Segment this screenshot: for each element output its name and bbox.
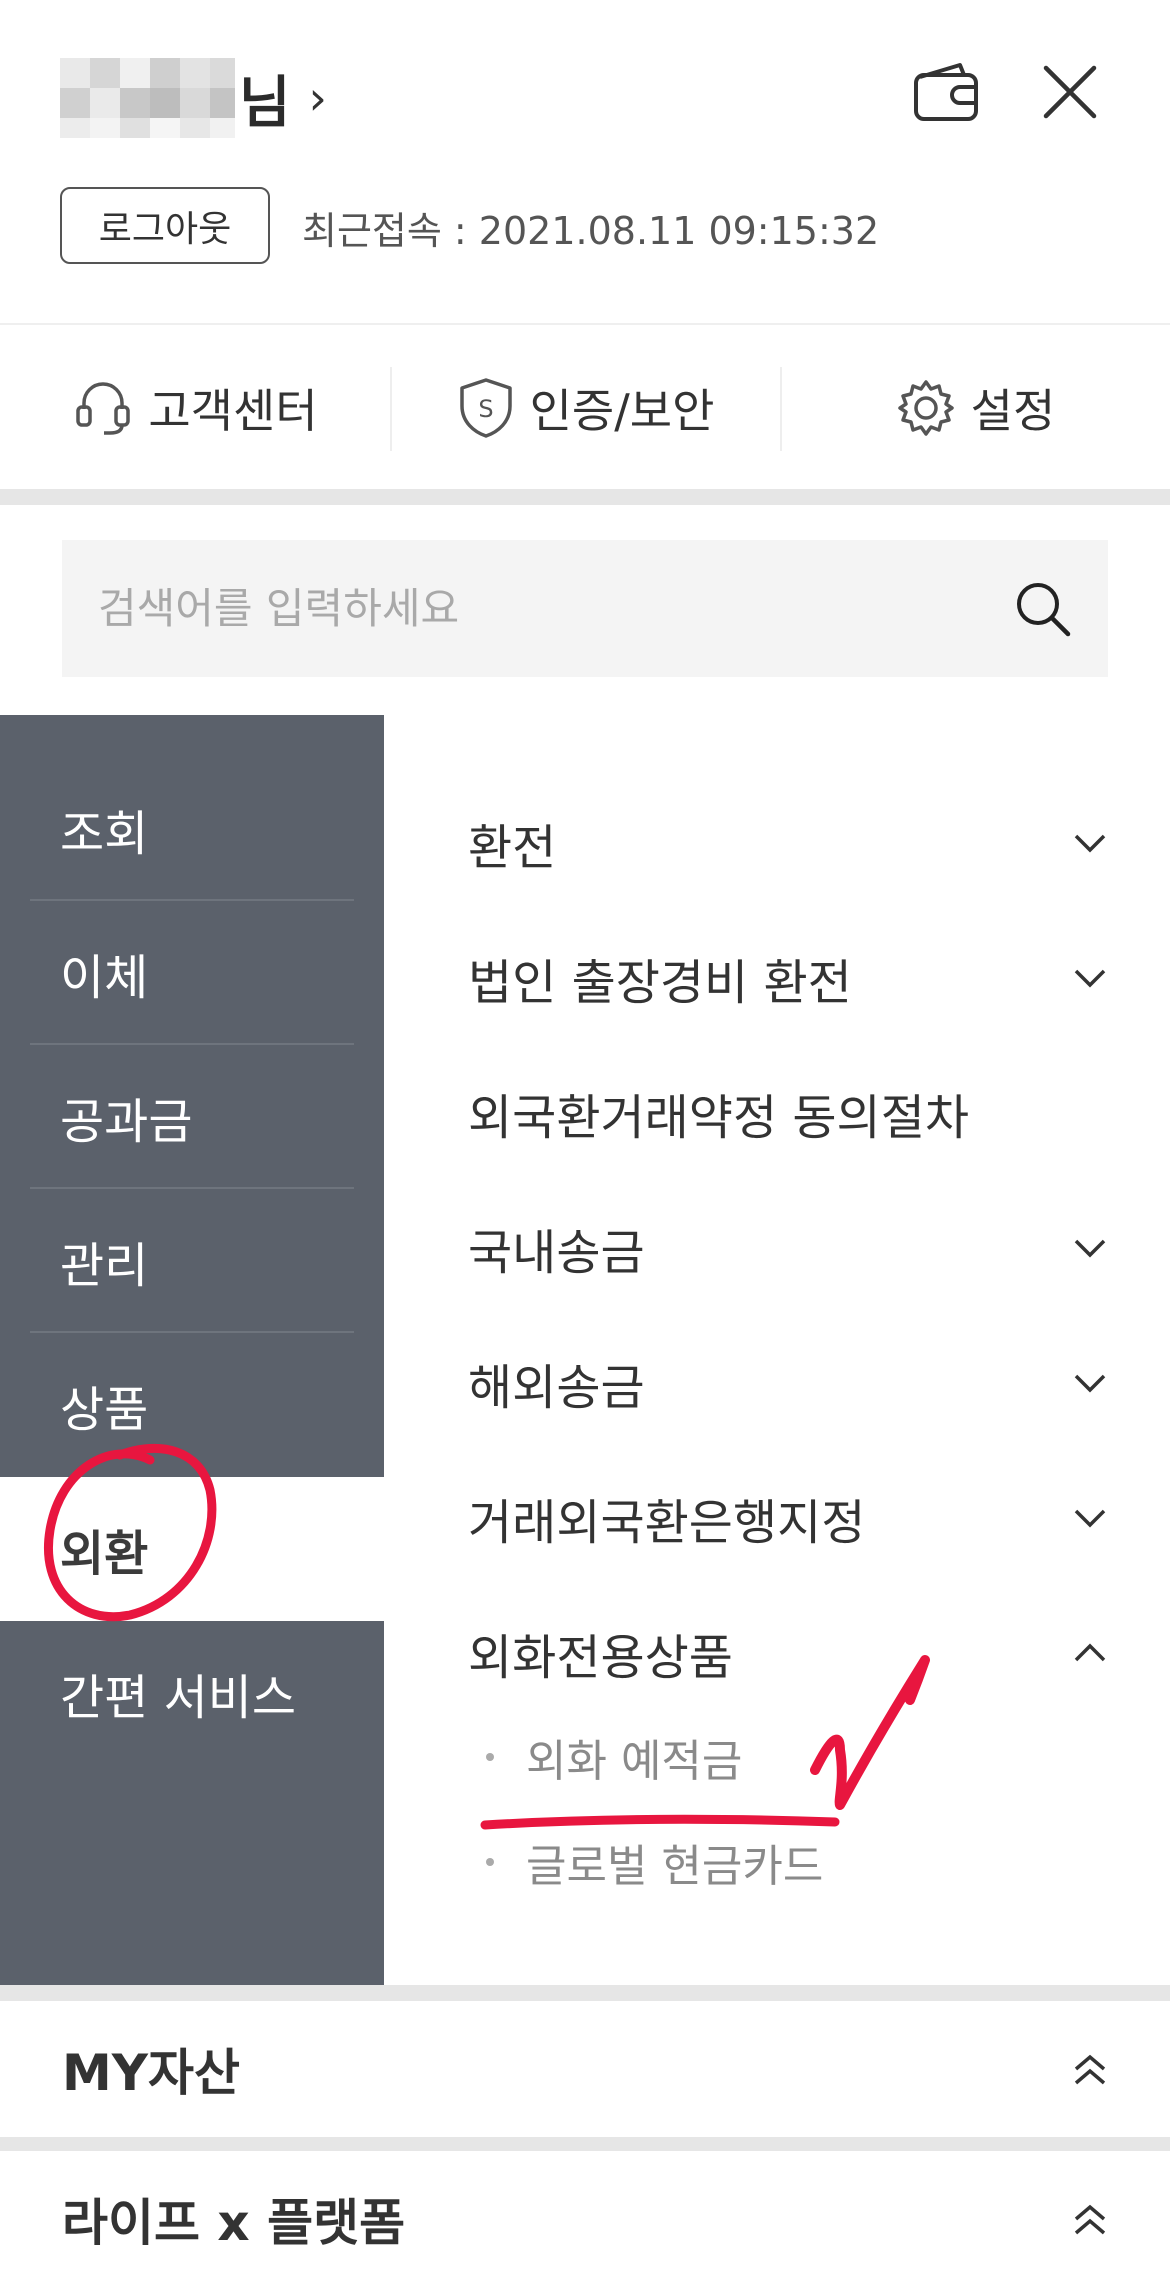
- chevron-up-icon: [1074, 1643, 1106, 1661]
- submenu-list: 환전 법인 출장경비 환전 외국환거래약정 동의절차 국내송금 해외송금 거래외…: [384, 715, 1170, 1985]
- nav-item-label: 외환: [60, 1526, 149, 1582]
- chevron-down-icon: [1074, 834, 1106, 852]
- chevron-down-icon: [1074, 1509, 1106, 1527]
- submenu-item-fx-products[interactable]: 외화전용상품: [468, 1585, 1108, 1720]
- nav-item-label: 조회: [60, 806, 149, 862]
- search-box: [62, 540, 1108, 677]
- chevron-down-icon: [1074, 1239, 1106, 1257]
- bullet-icon: [486, 1753, 494, 1761]
- submenu-leaf-fx-deposit[interactable]: 외화 예적금: [486, 1725, 742, 1789]
- section-divider: [0, 489, 1170, 505]
- section-life-platform[interactable]: 라이프 x 플랫폼: [0, 2151, 1170, 2283]
- submenu-label: 외국환거래약정 동의절차: [468, 1089, 970, 1146]
- double-chevron-up-icon: [1074, 2054, 1106, 2085]
- bullet-icon: [486, 1858, 494, 1866]
- submenu-item-fx-agreement[interactable]: 외국환거래약정 동의절차: [468, 1045, 1108, 1180]
- wallet-button[interactable]: [910, 55, 982, 127]
- close-button[interactable]: [1040, 62, 1100, 122]
- nav-item-label: 이체: [60, 950, 149, 1006]
- svg-text:S: S: [478, 395, 493, 423]
- submenu-item-exchange[interactable]: 환전: [468, 775, 1108, 910]
- search-icon[interactable]: [1014, 580, 1072, 638]
- chevron-right-icon: ›: [308, 71, 327, 125]
- gear-icon: [897, 380, 954, 436]
- nav-item-label: 간편 서비스: [60, 1670, 297, 1726]
- section-title: MY자산: [62, 2044, 240, 2102]
- quick-label-auth-security: 인증/보안: [529, 384, 715, 438]
- submenu-leaf-label: 글로벌 현금카드: [526, 1841, 824, 1892]
- submenu-label: 해외송금: [468, 1359, 645, 1416]
- blurred-username: [60, 58, 235, 138]
- user-name-suffix: 님: [239, 70, 291, 136]
- settings-button[interactable]: 설정: [780, 327, 1170, 489]
- submenu-item-overseas-remittance[interactable]: 해외송금: [468, 1315, 1108, 1450]
- close-icon: [1043, 65, 1097, 119]
- submenu-label: 국내송금: [468, 1224, 645, 1281]
- double-chevron-up-icon: [1074, 2204, 1106, 2235]
- submenu-item-corporate-travel-exchange[interactable]: 법인 출장경비 환전: [468, 910, 1108, 1045]
- submenu-leaf-label: 외화 예적금: [526, 1736, 743, 1787]
- quick-label-settings: 설정: [970, 384, 1056, 438]
- submenu-item-domestic-remittance[interactable]: 국내송금: [468, 1180, 1108, 1315]
- nav-item-label: 공과금: [60, 1094, 193, 1150]
- submenu-label: 거래외국환은행지정: [468, 1494, 866, 1551]
- submenu-label: 외화전용상품: [468, 1629, 733, 1686]
- nav-item-transfer[interactable]: 이체: [0, 901, 384, 1045]
- nav-item-management[interactable]: 관리: [0, 1189, 384, 1333]
- logout-button[interactable]: 로그아웃: [60, 187, 270, 264]
- quick-label-customer-center: 고객센터: [148, 384, 318, 438]
- headset-icon: [76, 382, 131, 435]
- nav-item-label: 상품: [60, 1382, 149, 1438]
- category-nav: 조회 이체 공과금 관리 상품 외환 간편 서비스: [0, 715, 384, 1985]
- nav-item-products[interactable]: 상품: [0, 1333, 384, 1477]
- nav-item-easy-service[interactable]: 간편 서비스: [0, 1621, 384, 1765]
- section-divider: [0, 1985, 1170, 2001]
- submenu-item-designated-bank[interactable]: 거래외국환은행지정: [468, 1450, 1108, 1585]
- nav-item-label: 관리: [60, 1238, 149, 1294]
- nav-item-inquiry[interactable]: 조회: [0, 757, 384, 901]
- submenu-leaf-global-cash-card[interactable]: 글로벌 현금카드: [486, 1830, 823, 1894]
- customer-center-button[interactable]: 고객센터: [0, 327, 390, 489]
- chevron-down-icon: [1074, 969, 1106, 987]
- search-input[interactable]: [98, 584, 978, 633]
- section-title: 라이프 x 플랫폼: [62, 2194, 406, 2252]
- nav-item-utility-bills[interactable]: 공과금: [0, 1045, 384, 1189]
- nav-item-foreign-exchange[interactable]: 외환: [0, 1477, 384, 1621]
- chevron-down-icon: [1074, 1374, 1106, 1392]
- account-header: 님 › 로그아웃 최근접속 : 2021.08.11 09:15:32: [0, 0, 1170, 325]
- submenu-label: 법인 출장경비 환전: [468, 954, 852, 1011]
- user-profile-link[interactable]: 님 ›: [60, 58, 327, 138]
- last-login-text: 최근접속 : 2021.08.11 09:15:32: [302, 209, 880, 253]
- shield-icon: S: [459, 378, 512, 438]
- all-menu: 조회 이체 공과금 관리 상품 외환 간편 서비스 환전 법인 출장경비 환전 …: [0, 715, 1170, 1985]
- section-my-assets[interactable]: MY자산: [0, 2001, 1170, 2137]
- wallet-icon: [914, 63, 978, 121]
- auth-security-button[interactable]: S 인증/보안: [390, 327, 780, 489]
- quick-menu: 고객센터 S 인증/보안 설정: [0, 327, 1170, 489]
- submenu-label: 환전: [468, 819, 557, 876]
- section-divider: [0, 2137, 1170, 2151]
